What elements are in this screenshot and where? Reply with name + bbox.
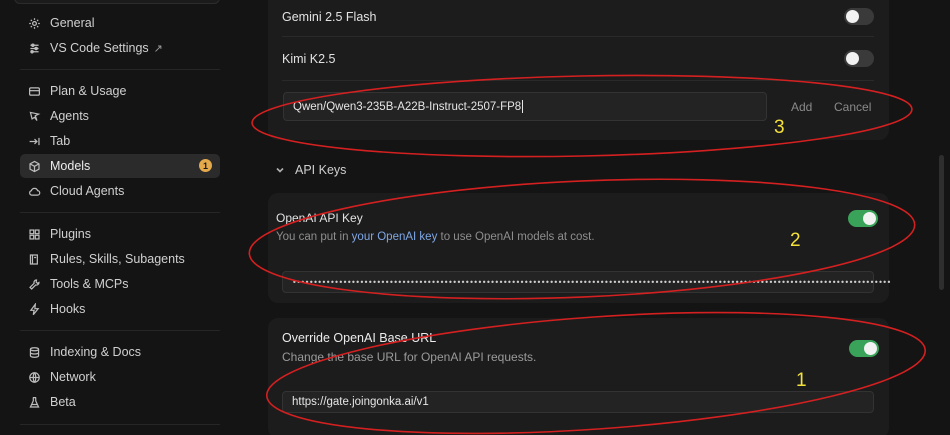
book-icon [26, 251, 42, 267]
base-url-input[interactable]: https://gate.joingonka.ai/v1 [282, 391, 874, 413]
sidebar-item-cloud-agents[interactable]: Cloud Agents [20, 180, 220, 202]
sidebar-divider [20, 330, 220, 331]
sidebar-item-tab[interactable]: Tab [20, 130, 220, 152]
flask-icon [26, 394, 42, 410]
sidebar-item-label: Plan & Usage [50, 84, 127, 98]
sidebar-item-plan-usage[interactable]: Plan & Usage [20, 80, 220, 102]
base-url-toggle[interactable] [849, 340, 879, 357]
sidebar-item-label: VS Code Settings [50, 41, 149, 55]
model-name-kimi-k2-5: Kimi K2.5 [282, 52, 336, 66]
api-keys-section-title: API Keys [295, 163, 347, 177]
sidebar-item-label: Models [50, 159, 91, 173]
sidebar-item-general[interactable]: General [20, 12, 220, 34]
base-url-title: Override OpenAI Base URL [282, 331, 437, 345]
annotation-number-3: 3 [774, 117, 785, 138]
sidebar-item-label: Agents [50, 109, 89, 123]
openai-key-link[interactable]: your OpenAI key [352, 231, 438, 243]
cancel-add-model-button[interactable]: Cancel [834, 100, 871, 114]
annotation-number-1: 1 [796, 370, 807, 391]
sidebar-item-beta[interactable]: Beta [20, 391, 220, 413]
openai-api-key-toggle[interactable] [848, 210, 878, 227]
gemini-2-5-flash-toggle[interactable] [844, 8, 874, 25]
gear-icon [26, 15, 42, 31]
sidebar-item-label: Plugins [50, 227, 91, 241]
model-name-gemini-2-5-flash: Gemini 2.5 Flash [282, 10, 377, 24]
sidebar-item-label: Indexing & Docs [50, 345, 142, 359]
sidebar-search-stub [14, 0, 220, 4]
row-divider [282, 36, 874, 37]
sidebar-item-tools-mcps[interactable]: Tools & MCPs [20, 273, 220, 295]
sidebar-item-label: General [50, 16, 95, 30]
credit-card-icon [26, 83, 42, 99]
sidebar-item-label: Network [50, 370, 96, 384]
sidebar-item-hooks[interactable]: Hooks [20, 298, 220, 320]
sidebar-item-label: Beta [50, 395, 76, 409]
main-scrollbar[interactable] [939, 155, 944, 290]
sidebar-item-network[interactable]: Network [20, 366, 220, 388]
sidebar-item-label: Cloud Agents [50, 184, 125, 198]
sidebar-item-label: Tools & MCPs [50, 277, 129, 291]
sidebar-item-indexing-docs[interactable]: Indexing & Docs [20, 341, 220, 363]
sidebar-divider [20, 424, 220, 425]
lightning-icon [26, 301, 42, 317]
agent-icon [26, 108, 42, 124]
cloud-icon [26, 183, 42, 199]
masked-api-key: ••••••••••••••••••••••••••••••••••••••••… [292, 277, 891, 287]
cube-icon [26, 158, 42, 174]
sidebar-item-models[interactable]: Models 1 [20, 154, 220, 178]
openai-api-key-input[interactable]: ••••••••••••••••••••••••••••••••••••••••… [282, 271, 891, 293]
external-link-icon: ↗ [153, 42, 163, 55]
tools-icon [26, 276, 42, 292]
base-url-input-value: https://gate.joingonka.ai/v1 [292, 396, 429, 408]
row-divider [282, 80, 874, 81]
sliders-icon [26, 40, 42, 56]
sidebar-item-vs-code-settings[interactable]: VS Code Settings ↗ [20, 37, 220, 59]
settings-main: Gemini 2.5 Flash Kimi K2.5 Qwen/Qwen3-23… [232, 0, 950, 435]
add-model-input[interactable]: Qwen/Qwen3-235B-A22B-Instruct-2507-FP8 [283, 92, 767, 121]
notification-badge: 1 [199, 159, 212, 172]
sidebar-item-agents[interactable]: Agents [20, 105, 220, 127]
sidebar-item-label: Tab [50, 134, 71, 148]
kimi-k2-5-toggle[interactable] [844, 50, 874, 67]
sidebar-divider [20, 69, 220, 70]
sidebar-item-label: Hooks [50, 302, 86, 316]
sidebar-item-rules-skills-subagents[interactable]: Rules, Skills, Subagents [20, 248, 220, 270]
add-model-button[interactable]: Add [791, 100, 812, 114]
api-keys-section-header[interactable]: API Keys [275, 163, 346, 177]
openai-api-key-description: You can put in your OpenAI key to use Op… [276, 231, 595, 243]
database-icon [26, 344, 42, 360]
sidebar-item-label: Rules, Skills, Subagents [50, 252, 185, 266]
add-model-input-value: Qwen/Qwen3-235B-A22B-Instruct-2507-FP8 [293, 100, 522, 113]
annotation-number-2: 2 [790, 230, 801, 251]
text-caret [522, 100, 524, 113]
settings-sidebar: General VS Code Settings ↗ Plan & Usage … [0, 0, 232, 435]
sidebar-divider [20, 212, 220, 213]
sidebar-item-plugins[interactable]: Plugins [20, 223, 220, 245]
chevron-down-icon [275, 164, 287, 176]
openai-api-key-title: OpenAI API Key [276, 211, 363, 225]
globe-icon [26, 369, 42, 385]
grid-icon [26, 226, 42, 242]
tab-arrow-icon [26, 133, 42, 149]
base-url-description: Change the base URL for OpenAI API reque… [282, 350, 537, 364]
